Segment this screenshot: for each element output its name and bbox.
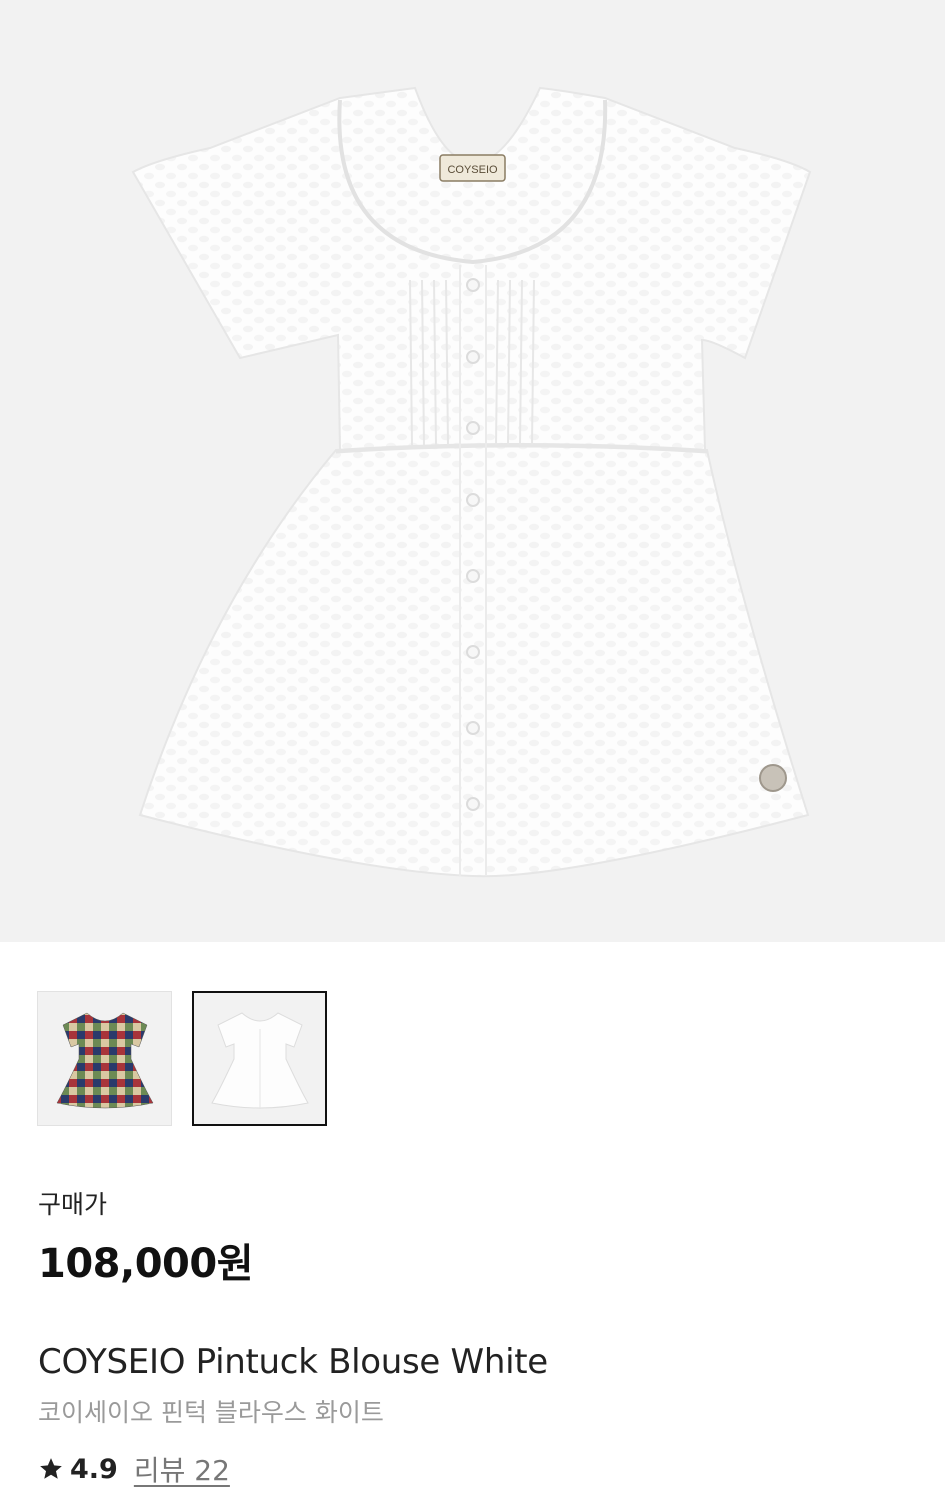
product-main-image: COYSEIO — [0, 0, 945, 942]
price-value: 108,000원 — [38, 1241, 254, 1287]
blouse-illustration: COYSEIO — [131, 86, 812, 878]
price-label: 구매가 — [38, 1190, 108, 1219]
product-name-kr: 코이세이오 핀턱 블라우스 화이트 — [38, 1398, 384, 1427]
rating-row: 4.9 리뷰 22 — [38, 1449, 230, 1489]
thumbnail-checkered[interactable] — [37, 991, 172, 1126]
rating-value: 4.9 — [70, 1453, 118, 1485]
review-count-link[interactable]: 리뷰 22 — [134, 1449, 230, 1489]
white-blouse-thumbnail — [210, 1011, 309, 1109]
logo-badge — [759, 764, 787, 792]
checkered-blouse-thumbnail — [56, 1012, 153, 1108]
svg-text:COYSEIO: COYSEIO — [447, 164, 498, 176]
thumbnail-strip — [37, 991, 327, 1126]
product-name-en: COYSEIO Pintuck Blouse White — [38, 1342, 548, 1382]
star-icon — [38, 1456, 64, 1482]
thumbnail-white[interactable] — [192, 991, 327, 1126]
